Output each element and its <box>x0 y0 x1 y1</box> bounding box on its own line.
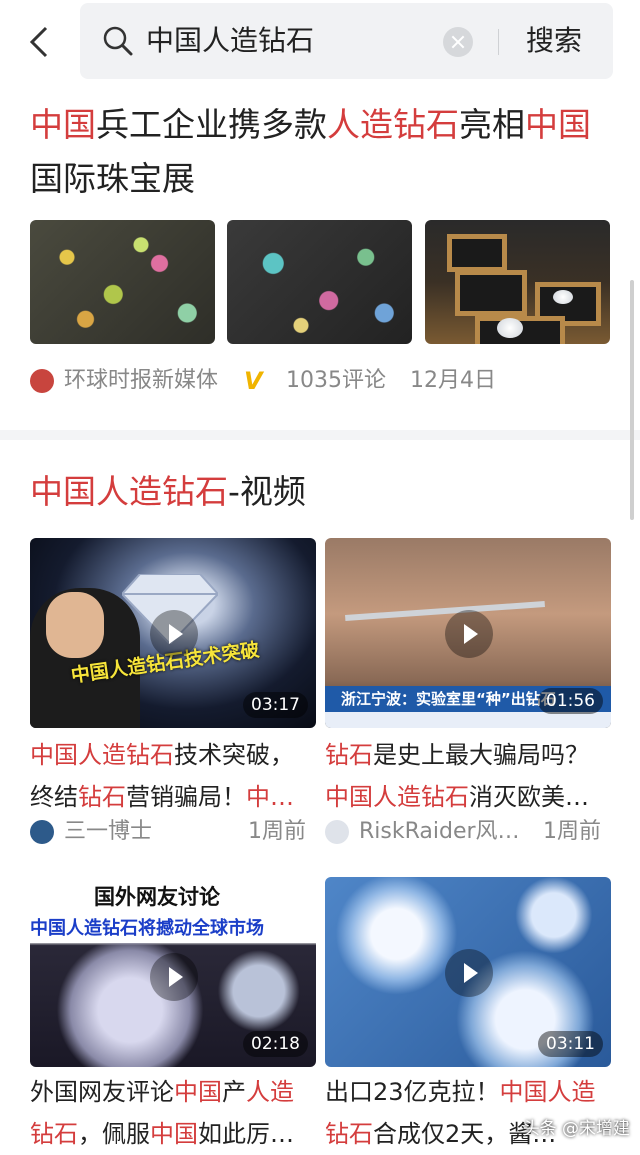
thumbnail-display-case[interactable] <box>425 220 610 344</box>
article-title[interactable]: 中国兵工企业携多款人造钻石亮相中国国际珠宝展 <box>30 98 610 206</box>
display-box <box>455 270 527 316</box>
video-thumbnail[interactable]: 中国人造钻石技术突破 03:17 <box>30 538 316 728</box>
section-divider <box>0 430 640 440</box>
title-part: 亮相 <box>459 105 525 144</box>
search-box[interactable]: 中国人造钻石 搜索 <box>80 3 613 79</box>
author-avatar[interactable] <box>325 820 349 844</box>
video-title[interactable]: 外国网友评论中国产人造钻石，佩服中国如此厉… <box>30 1071 316 1155</box>
watermark: 头条 @宋增建 <box>522 1119 630 1139</box>
author-avatar[interactable] <box>30 820 54 844</box>
tweezers <box>345 601 545 621</box>
search-button[interactable]: 搜索 <box>526 23 582 59</box>
author-name[interactable]: RiskRaider风… <box>359 816 520 848</box>
title-part: 中… <box>246 783 294 811</box>
scrollbar[interactable] <box>630 280 634 520</box>
post-time: 1周前 <box>543 819 601 844</box>
play-icon <box>150 610 198 658</box>
thumbnail-caption: 浙江宁波：实验室里“种”出钻石 <box>341 690 556 708</box>
source-name[interactable]: 环球时报新媒体 <box>64 366 218 396</box>
author-name[interactable]: 三一博士 <box>64 816 152 848</box>
video-section-title[interactable]: 中国人造钻石-视频 <box>30 470 306 514</box>
title-part: 中国人 <box>499 1078 572 1106</box>
title-part: 中国人造钻石 <box>30 741 174 769</box>
title-part: 人造钻石 <box>327 105 459 144</box>
video-title[interactable]: 钻石是史上最大骗局吗？ 中国人造钻石消灭欧美… <box>325 734 611 818</box>
title-part: 国际珠宝展 <box>30 159 195 198</box>
play-icon <box>445 949 493 997</box>
thumbnail-gemstones[interactable] <box>227 220 412 344</box>
search-header: 中国人造钻石 搜索 <box>0 0 640 88</box>
title-part: 钻石 <box>30 1120 78 1148</box>
title-part: 产 <box>222 1078 246 1106</box>
presenter-face <box>46 592 104 658</box>
section-title-rest: -视频 <box>228 472 306 511</box>
diamond-graphic <box>497 318 523 338</box>
clear-icon[interactable] <box>443 27 473 57</box>
post-time: 1周前 <box>248 819 306 844</box>
title-part: 钻石 <box>325 741 373 769</box>
title-part: 出口23亿克拉！ <box>325 1078 500 1106</box>
video-title[interactable]: 中国人造钻石技术突破，终结钻石营销骗局！中… <box>30 734 316 818</box>
video-meta: RiskRaider风… 1周前 <box>325 816 611 848</box>
title-part: 营销骗局！ <box>126 783 246 811</box>
display-box <box>447 234 507 272</box>
title-part: 外国网友评论 <box>30 1078 174 1106</box>
source-avatar[interactable] <box>30 369 54 393</box>
thumbnail-caption-line2: 中国人造钻石将撼动全球市场 <box>30 918 264 939</box>
thumbnail-colored-diamonds[interactable] <box>30 220 215 344</box>
back-arrow-icon[interactable] <box>26 24 56 60</box>
video-thumbnail[interactable]: 浙江宁波：实验室里“种”出钻石 01:56 <box>325 538 611 728</box>
title-part: 消灭欧美… <box>469 783 589 811</box>
title-part: ，佩服 <box>78 1120 150 1148</box>
video-title[interactable]: 出口23亿克拉！中国人造钻石合成仅2天，酱… <box>325 1071 611 1155</box>
title-part: 钻石 <box>78 783 126 811</box>
title-part: 中国 <box>150 1120 198 1148</box>
video-duration: 01:56 <box>538 688 603 714</box>
title-part: 合成仅2天， <box>373 1120 509 1148</box>
title-part: 是史上最大骗局吗？ <box>373 741 589 769</box>
publish-date: 12月4日 <box>410 368 496 393</box>
diamond-graphic <box>553 290 573 304</box>
video-meta: 三一博士 1周前 <box>30 816 316 848</box>
comment-count: 1035评论 <box>286 368 386 393</box>
video-duration: 03:17 <box>243 692 308 718</box>
title-part: 中国 <box>174 1078 222 1106</box>
thumbnail-caption-line1: 国外网友讨论 <box>94 885 220 909</box>
title-part: 中国 <box>525 105 591 144</box>
search-input[interactable]: 中国人造钻石 <box>146 23 314 59</box>
title-part: 如此厉… <box>198 1120 294 1148</box>
title-part: 中国 <box>30 105 96 144</box>
title-part: 兵工企业携多款 <box>96 105 327 144</box>
title-part: 中国人造钻石 <box>325 783 469 811</box>
video-duration: 03:11 <box>538 1031 603 1057</box>
play-icon <box>445 610 493 658</box>
title-part: 人造 <box>246 1078 294 1106</box>
video-thumbnail[interactable]: 03:11 <box>325 877 611 1067</box>
section-title-highlight: 中国人造钻石 <box>30 472 228 511</box>
video-duration: 02:18 <box>243 1031 308 1057</box>
search-divider <box>498 29 499 55</box>
article-thumbnails[interactable] <box>30 220 610 344</box>
search-icon <box>103 26 133 56</box>
play-icon <box>150 953 198 1001</box>
verified-icon: V <box>244 367 263 395</box>
news-ticker <box>325 712 611 728</box>
video-thumbnail[interactable]: 国外网友讨论 中国人造钻石将撼动全球市场 02:18 <box>30 877 316 1067</box>
